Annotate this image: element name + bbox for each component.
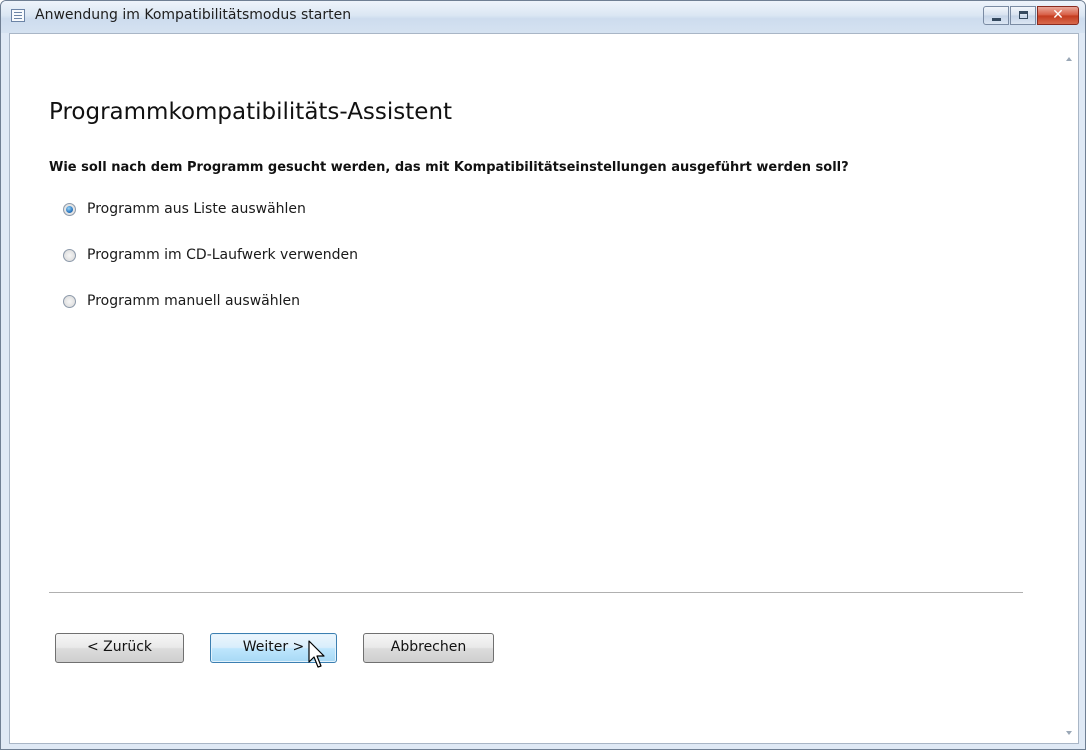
back-button[interactable]: < Zurück (55, 633, 184, 663)
close-button[interactable]: ✕ (1037, 6, 1079, 25)
minimize-icon (992, 18, 1001, 21)
wizard-content: Programmkompatibilitäts-Assistent Wie so… (9, 33, 1079, 744)
mouse-cursor-icon (308, 640, 325, 668)
app-icon (11, 9, 25, 22)
cancel-button[interactable]: Abbrechen (363, 633, 494, 663)
close-icon: ✕ (1052, 7, 1064, 23)
vertical-scrollbar[interactable] (1061, 34, 1078, 743)
caption-buttons: ✕ (983, 6, 1079, 26)
option-label: Programm aus Liste auswählen (87, 201, 306, 217)
maximize-icon (1019, 11, 1028, 19)
scroll-down-icon[interactable] (1066, 731, 1072, 735)
minimize-button[interactable] (983, 6, 1009, 25)
window-title: Anwendung im Kompatibilitätsmodus starte… (35, 7, 352, 23)
option-label: Programm im CD-Laufwerk verwenden (87, 247, 359, 263)
radio-button-selected[interactable] (63, 203, 76, 216)
radio-button[interactable] (63, 249, 76, 262)
page-title: Programmkompatibilitäts-Assistent (49, 99, 453, 125)
radio-button[interactable] (63, 295, 76, 308)
title-bar[interactable]: Anwendung im Kompatibilitätsmodus starte… (1, 1, 1085, 33)
dialog-window: Anwendung im Kompatibilitätsmodus starte… (0, 0, 1086, 750)
question-text: Wie soll nach dem Programm gesucht werde… (49, 160, 849, 175)
separator-line (49, 592, 1023, 593)
option-label: Programm manuell auswählen (87, 293, 300, 309)
maximize-button[interactable] (1010, 6, 1036, 25)
scroll-up-icon[interactable] (1066, 57, 1072, 61)
